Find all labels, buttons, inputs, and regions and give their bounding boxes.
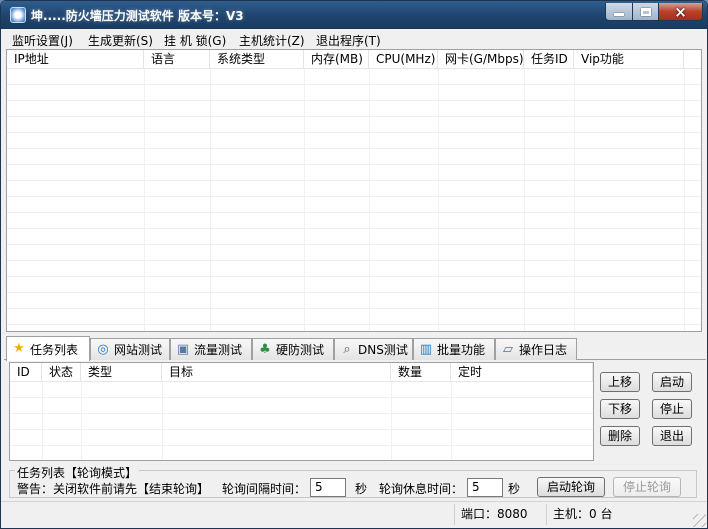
cube-icon: ▣ — [176, 341, 190, 357]
tab-label: DNS测试 — [358, 343, 408, 357]
tab-dns-test[interactable]: ⌕ DNS测试 — [334, 338, 413, 360]
menu-bar: 监听设置(J) 生成更新(S) 挂 机 锁(G) 主机统计(Z) 退出程序(T) — [1, 29, 707, 49]
title-bar[interactable]: 坤.....防火墙压力测试软件 版本号：V3 × — [1, 1, 707, 29]
task-column-divider — [162, 382, 163, 460]
port-status: 端口：8080 — [454, 504, 542, 525]
menu-listen-settings[interactable]: 监听设置(J) — [12, 32, 73, 49]
host-count-status: 主机：0 台 — [546, 504, 638, 525]
task-table[interactable]: ID 状态 类型 目标 数量 定时 — [9, 362, 594, 461]
column-ip-address[interactable]: IP地址 — [7, 50, 144, 69]
tab-label: 任务列表 — [30, 342, 79, 357]
tab-batch-function[interactable]: ▥ 批量功能 — [413, 338, 495, 360]
stop-polling-button[interactable]: 停止轮询 — [613, 477, 681, 497]
minimize-icon — [614, 12, 624, 16]
close-icon: × — [674, 2, 687, 21]
close-button[interactable]: × — [659, 3, 703, 21]
start-polling-button[interactable]: 启动轮询 — [537, 477, 605, 497]
column-task-id[interactable]: 任务ID — [524, 50, 574, 69]
globe-icon: ◎ — [97, 341, 109, 357]
tab-label: 批量功能 — [437, 343, 486, 357]
polling-interval-input[interactable]: 5 — [310, 478, 346, 497]
maximize-icon — [640, 7, 651, 16]
polling-group: 任务列表【轮询模式】 警告：关闭软件前请先【结束轮询】 轮询间隔时间： 5 秒 … — [9, 464, 697, 498]
column-vip-feature[interactable]: Vip功能 — [574, 50, 684, 69]
menu-generate-update[interactable]: 生成更新(S) — [88, 32, 153, 49]
tab-operation-log[interactable]: ▱ 操作日志 — [495, 338, 577, 360]
column-system-type[interactable]: 系统类型 — [210, 50, 304, 69]
polling-interval-label: 轮询间隔时间： — [222, 482, 307, 496]
column-status[interactable]: 状态 — [42, 363, 81, 382]
polling-interval-unit: 秒 — [355, 482, 368, 496]
window-title: 坤.....防火墙压力测试软件 版本号：V3 — [31, 9, 244, 23]
minimize-button[interactable] — [605, 3, 633, 21]
polling-rest-input[interactable]: 5 — [467, 478, 503, 497]
chat-bubbles-icon: ▱ — [503, 341, 513, 357]
window-controls: × — [605, 3, 703, 21]
tab-label: 网站测试 — [114, 343, 163, 357]
polling-rest-unit: 秒 — [508, 482, 521, 496]
polling-rest-label: 轮询休息时间： — [379, 482, 464, 496]
column-cpu[interactable]: CPU(MHz) — [369, 50, 438, 69]
task-column-divider — [391, 382, 392, 460]
move-down-button[interactable]: 下移 — [600, 399, 640, 419]
column-quantity[interactable]: 数量 — [391, 363, 451, 382]
move-up-button[interactable]: 上移 — [600, 372, 640, 392]
task-table-header: ID 状态 类型 目标 数量 定时 — [10, 363, 593, 382]
menu-exit-program[interactable]: 退出程序(T) — [316, 32, 381, 49]
host-column-divider — [684, 69, 685, 331]
main-window: 坤.....防火墙压力测试软件 版本号：V3 × 监听设置(J) 生成更新(S)… — [0, 0, 708, 529]
magnifier-icon: ⌕ — [343, 341, 351, 357]
resize-grip[interactable] — [693, 514, 706, 527]
host-table-rows — [7, 69, 701, 331]
column-network-card[interactable]: 网卡(G/Mbps) — [438, 50, 524, 69]
column-target[interactable]: 目标 — [162, 363, 391, 382]
maximize-button[interactable] — [633, 3, 659, 21]
tab-traffic-test[interactable]: ▣ 流量测试 — [170, 338, 252, 360]
task-panel: ID 状态 类型 目标 数量 定时 上移 启动 下移 停止 删除 退出 任务列表… — [1, 360, 707, 501]
star-icon: ★ — [13, 341, 25, 356]
status-bar: 端口：8080 主机：0 台 — [1, 501, 707, 528]
host-column-divider — [574, 69, 575, 331]
delete-button[interactable]: 删除 — [600, 426, 640, 446]
column-id[interactable]: ID — [10, 363, 42, 382]
host-table-header: IP地址 语言 系统类型 内存(MB) CPU(MHz) 网卡(G/Mbps) … — [7, 50, 701, 69]
task-column-divider — [451, 382, 452, 460]
tab-website-test[interactable]: ◎ 网站测试 — [90, 338, 170, 360]
column-timer[interactable]: 定时 — [451, 363, 593, 382]
tab-label: 流量测试 — [194, 343, 243, 357]
tab-task-list[interactable]: ★ 任务列表 — [6, 336, 90, 361]
host-table[interactable]: IP地址 语言 系统类型 内存(MB) CPU(MHz) 网卡(G/Mbps) … — [6, 49, 702, 332]
host-column-divider — [524, 69, 525, 331]
bar-chart-icon: ▥ — [419, 341, 433, 357]
column-language[interactable]: 语言 — [144, 50, 210, 69]
menu-hang-lock[interactable]: 挂 机 锁(G) — [164, 32, 226, 49]
app-icon — [10, 7, 26, 23]
tab-label: 操作日志 — [519, 343, 568, 357]
host-column-divider — [144, 69, 145, 331]
task-column-divider — [81, 382, 82, 460]
menu-host-stats[interactable]: 主机统计(Z) — [239, 32, 305, 49]
host-column-divider — [369, 69, 370, 331]
column-memory[interactable]: 内存(MB) — [304, 50, 369, 69]
host-column-divider — [438, 69, 439, 331]
network-icon: ♣ — [259, 341, 271, 357]
host-column-divider — [210, 69, 211, 331]
column-type[interactable]: 类型 — [81, 363, 162, 382]
task-column-divider — [42, 382, 43, 460]
host-column-divider — [304, 69, 305, 331]
feature-tabs: ★ 任务列表 ◎ 网站测试 ▣ 流量测试 ♣ 硬防测试 ⌕ DNS测试 ▥ 批量… — [4, 336, 706, 361]
polling-warning: 警告：关闭软件前请先【结束轮询】 — [17, 482, 210, 496]
stop-button[interactable]: 停止 — [652, 399, 692, 419]
polling-group-title: 任务列表【轮询模式】 — [15, 464, 140, 481]
start-button[interactable]: 启动 — [652, 372, 692, 392]
task-table-rows — [10, 382, 593, 460]
tab-label: 硬防测试 — [276, 343, 325, 357]
tab-hardware-defense-test[interactable]: ♣ 硬防测试 — [252, 338, 334, 360]
exit-button[interactable]: 退出 — [652, 426, 692, 446]
